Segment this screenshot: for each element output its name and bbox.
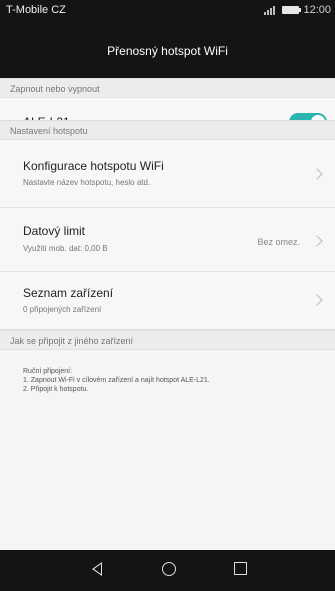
device-list-subtitle: 0 připojených zařízení [23,305,102,314]
data-limit-subtitle: Využití mob. dat: 0,00 B [23,244,108,253]
wifi-config-title: Konfigurace hotspotu WiFi [23,159,164,173]
section-header-settings: Nastavení hotspotu [0,120,335,140]
wifi-config-subtitle: Nastavte název hotspotu, heslo atd. [23,178,151,187]
help-step-1: 1. Zapnout Wi-Fi v cílovém zařízení a na… [23,377,210,384]
battery-icon [282,6,302,14]
navigation-bar [0,550,335,591]
status-bar: T-Mobile CZ 12:00 [0,0,335,20]
section-header-toggle: Zapnout nebo vypnout [0,78,335,98]
title-bar: Přenosný hotspot WiFi [0,20,335,78]
status-icons: 12:00 [264,4,331,16]
recent-apps-icon[interactable] [234,562,247,575]
help-step-2: 2. Připojit k hotspotu. [23,386,89,393]
back-icon[interactable] [92,562,102,576]
page-title: Přenosný hotspot WiFi [107,44,228,58]
connection-instructions: Ruční připojení: 1. Zapnout Wi-Fi v cílo… [23,367,323,394]
chevron-right-icon [311,235,323,247]
chevron-right-icon [311,294,323,306]
carrier-label: T-Mobile CZ [6,4,66,16]
section-header-connect: Jak se připojit z jiného zařízení [0,330,335,350]
device-list-item[interactable]: Seznam zařízení 0 připojených zařízení [0,272,335,330]
chevron-right-icon [311,168,323,180]
data-limit-value: Bez omez. [257,237,300,247]
home-icon[interactable] [162,562,176,576]
signal-icon [264,5,278,15]
wifi-config-item[interactable]: Konfigurace hotspotu WiFi Nastavte název… [0,140,335,208]
data-limit-title: Datový limit [23,224,86,238]
help-heading: Ruční připojení: [23,368,73,375]
device-list-title: Seznam zařízení [23,286,114,300]
clock: 12:00 [303,4,331,16]
data-limit-item[interactable]: Datový limit Využití mob. dat: 0,00 B Be… [0,208,335,272]
